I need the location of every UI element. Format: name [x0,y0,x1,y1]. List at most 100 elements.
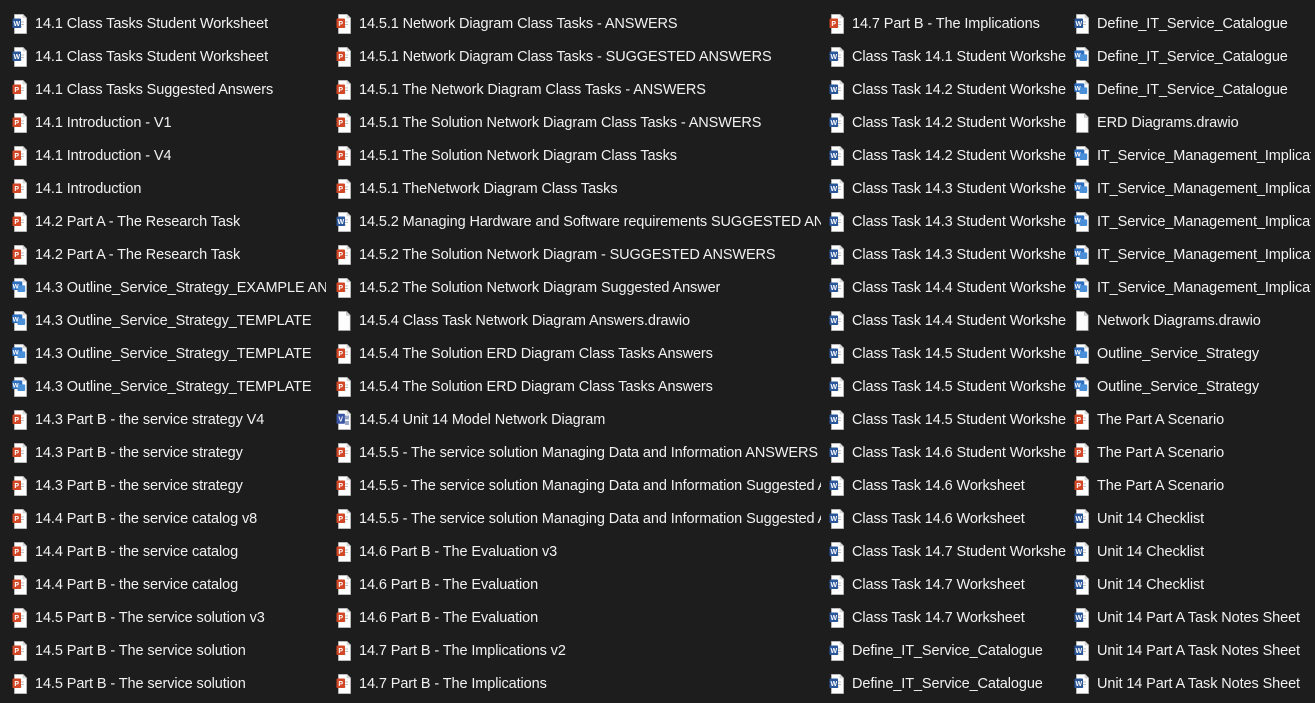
file-list-item[interactable]: P 14.4 Part B - the service catalog v8 [12,502,330,535]
file-list-item[interactable]: P 14.5.1 The Network Diagram Class Tasks … [336,73,825,106]
file-list-item[interactable]: P 14.5.2 The Solution Network Diagram - S… [336,238,825,271]
powerpoint-presentation-icon: P [12,79,28,100]
file-list-item[interactable]: Network Diagrams.drawio [1074,304,1315,337]
file-list-item[interactable]: W Class Task 14.2 Student Worksheet [829,139,1070,172]
file-list-item[interactable]: W Class Task 14.4 Student Worksheet [829,304,1070,337]
file-list-item[interactable]: P 14.7 Part B - The Implications v2 [336,634,825,667]
file-list-item[interactable]: W Class Task 14.5 Student Worksheet [829,370,1070,403]
file-list-item[interactable]: W 14.1 Class Tasks Student Worksheet [12,40,330,73]
file-name-label: Class Task 14.4 Student Worksheet [852,279,1066,296]
file-name-label: Unit 14 Part A Task Notes Sheet [1097,609,1300,626]
file-list-item[interactable]: W Class Task 14.2 Student Worksheet [829,73,1070,106]
file-list-item[interactable]: P 14.4 Part B - the service catalog [12,568,330,601]
file-list-item[interactable]: P 14.5 Part B - The service solution [12,667,330,700]
file-list-item[interactable]: W Define_IT_Service_Catalogue [1074,7,1315,40]
file-list-item[interactable]: P 14.6 Part B - The Evaluation v3 [336,535,825,568]
file-list-item[interactable]: P 14.1 Introduction [12,172,330,205]
file-list-item[interactable]: P 14.5.4 The Solution ERD Diagram Class T… [336,370,825,403]
file-list-item[interactable]: P The Part A Scenario [1074,469,1315,502]
file-list-item[interactable]: W 14.3 Outline_Service_Strategy_TEMPLATE [12,337,330,370]
file-list-item[interactable]: P 14.3 Part B - the service strategy [12,436,330,469]
file-list-item[interactable]: P 14.2 Part A - The Research Task [12,238,330,271]
file-list-item[interactable]: W Outline_Service_Strategy [1074,370,1315,403]
file-list-item[interactable]: W Class Task 14.7 Student Worksheet [829,535,1070,568]
svg-text:P: P [14,482,19,489]
file-list-item[interactable]: P 14.1 Introduction - V1 [12,106,330,139]
file-list-item[interactable]: V 14.5.4 Unit 14 Model Network Diagram [336,403,825,436]
file-list-item[interactable]: W Outline_Service_Strategy [1074,337,1315,370]
word-document-icon: W [1074,607,1090,628]
file-list-item[interactable]: P 14.5.1 Network Diagram Class Tasks - AN… [336,7,825,40]
file-list-item[interactable]: ERD Diagrams.drawio [1074,106,1315,139]
file-list-item[interactable]: W IT_Service_Management_Implications [1074,205,1315,238]
file-list-item[interactable]: W Class Task 14.2 Student Worksheet [829,106,1070,139]
file-list-item[interactable]: P 14.3 Part B - the service strategy [12,469,330,502]
svg-text:W: W [1075,20,1082,27]
file-list-item[interactable]: W Class Task 14.6 Student Worksheet [829,436,1070,469]
file-list-item[interactable]: W Define_IT_Service_Catalogue [829,667,1070,700]
file-name-label: 14.3 Outline_Service_Strategy_EXAMPLE AN… [35,279,326,296]
file-list-item[interactable]: W Class Task 14.3 Student Worksheet [829,238,1070,271]
file-list-item[interactable]: P 14.7 Part B - The Implications [829,7,1070,40]
file-list-item[interactable]: P 14.1 Introduction - V4 [12,139,330,172]
file-list-item[interactable]: W 14.3 Outline_Service_Strategy_TEMPLATE [12,370,330,403]
file-list-item[interactable]: W Class Task 14.5 Student Worksheet [829,403,1070,436]
file-list-item[interactable]: W Unit 14 Checklist [1074,568,1315,601]
file-list-item[interactable]: W Class Task 14.7 Worksheet [829,601,1070,634]
file-list-item[interactable]: P The Part A Scenario [1074,436,1315,469]
svg-text:W: W [1075,349,1082,356]
file-list-item[interactable]: W 14.5.2 Managing Hardware and Software r… [336,205,825,238]
file-list-item[interactable]: W 14.3 Outline_Service_Strategy_TEMPLATE [12,304,330,337]
file-list-item[interactable]: W Define_IT_Service_Catalogue [829,634,1070,667]
file-list-item[interactable]: P 14.5.2 The Solution Network Diagram Sug… [336,271,825,304]
file-list-item[interactable]: W Unit 14 Part A Task Notes Sheet [1074,667,1315,700]
file-list-item[interactable]: P 14.5 Part B - The service solution [12,634,330,667]
file-list-item[interactable]: P 14.5.5 - The service solution Managing … [336,469,825,502]
file-list-item[interactable]: W Class Task 14.4 Student Worksheet [829,271,1070,304]
file-list-item[interactable]: W Class Task 14.1 Student Worksheet [829,40,1070,73]
file-list-item[interactable]: P 14.5.1 TheNetwork Diagram Class Tasks [336,172,825,205]
file-list-item[interactable]: P 14.5 Part B - The service solution v3 [12,601,330,634]
file-list-item[interactable]: P 14.6 Part B - The Evaluation [336,601,825,634]
file-name-label: 14.1 Introduction [35,180,142,197]
file-list-item[interactable]: W Define_IT_Service_Catalogue [1074,73,1315,106]
file-list-item[interactable]: 14.5.4 Class Task Network Diagram Answer… [336,304,825,337]
file-name-label: 14.5.2 Managing Hardware and Software re… [359,213,821,230]
file-list-item[interactable]: W Unit 14 Part A Task Notes Sheet [1074,634,1315,667]
file-list-item[interactable]: P 14.5.1 Network Diagram Class Tasks - SU… [336,40,825,73]
file-list-item[interactable]: P 14.5.4 The Solution ERD Diagram Class T… [336,337,825,370]
word-document-alt-icon: W [1074,79,1090,100]
file-list-item[interactable]: W Class Task 14.3 Student Worksheet [829,205,1070,238]
file-list-item[interactable]: P 14.5.1 The Solution Network Diagram Cla… [336,106,825,139]
file-list-item[interactable]: W Class Task 14.3 Student Worksheet [829,172,1070,205]
file-name-label: 14.5 Part B - The service solution [35,642,246,659]
file-list-item[interactable]: W Unit 14 Checklist [1074,535,1315,568]
file-list-item[interactable]: W Class Task 14.5 Student Worksheet [829,337,1070,370]
file-list-item[interactable]: W Define_IT_Service_Catalogue [1074,40,1315,73]
svg-text:W: W [1075,217,1082,224]
file-list-item[interactable]: W IT_Service_Management_Implications [1074,139,1315,172]
file-list-item[interactable]: W 14.1 Class Tasks Student Worksheet [12,7,330,40]
file-list-item[interactable]: P 14.1 Class Tasks Suggested Answers [12,73,330,106]
file-list-item[interactable]: W Class Task 14.6 Worksheet [829,469,1070,502]
file-list-grid: W 14.1 Class Tasks Student Worksheet W 14.1… [0,0,1315,703]
file-list-item[interactable]: P 14.5.5 - The service solution Managing … [336,436,825,469]
file-list-item[interactable]: P 14.6 Part B - The Evaluation [336,568,825,601]
file-list-item[interactable]: W Unit 14 Part A Task Notes Sheet [1074,601,1315,634]
file-list-item[interactable]: W IT_Service_Management_Implications [1074,271,1315,304]
file-list-item[interactable]: W IT_Service_Management_Implications [1074,172,1315,205]
file-list-item[interactable]: P 14.7 Part B - The Implications [336,667,825,700]
powerpoint-presentation-icon: P [12,178,28,199]
file-list-item[interactable]: P The Part A Scenario [1074,403,1315,436]
file-list-item[interactable]: W Class Task 14.7 Worksheet [829,568,1070,601]
file-name-label: 14.1 Class Tasks Student Worksheet [35,15,269,32]
file-list-item[interactable]: P 14.3 Part B - the service strategy V4 [12,403,330,436]
file-list-item[interactable]: W Unit 14 Checklist [1074,502,1315,535]
file-list-item[interactable]: W 14.3 Outline_Service_Strategy_EXAMPLE A… [12,271,330,304]
file-list-item[interactable]: W Class Task 14.6 Worksheet [829,502,1070,535]
file-list-item[interactable]: P 14.2 Part A - The Research Task [12,205,330,238]
file-list-item[interactable]: W IT_Service_Management_Implications [1074,238,1315,271]
file-list-item[interactable]: P 14.5.1 The Solution Network Diagram Cla… [336,139,825,172]
file-list-item[interactable]: P 14.4 Part B - the service catalog [12,535,330,568]
file-list-item[interactable]: P 14.5.5 - The service solution Managing … [336,502,825,535]
